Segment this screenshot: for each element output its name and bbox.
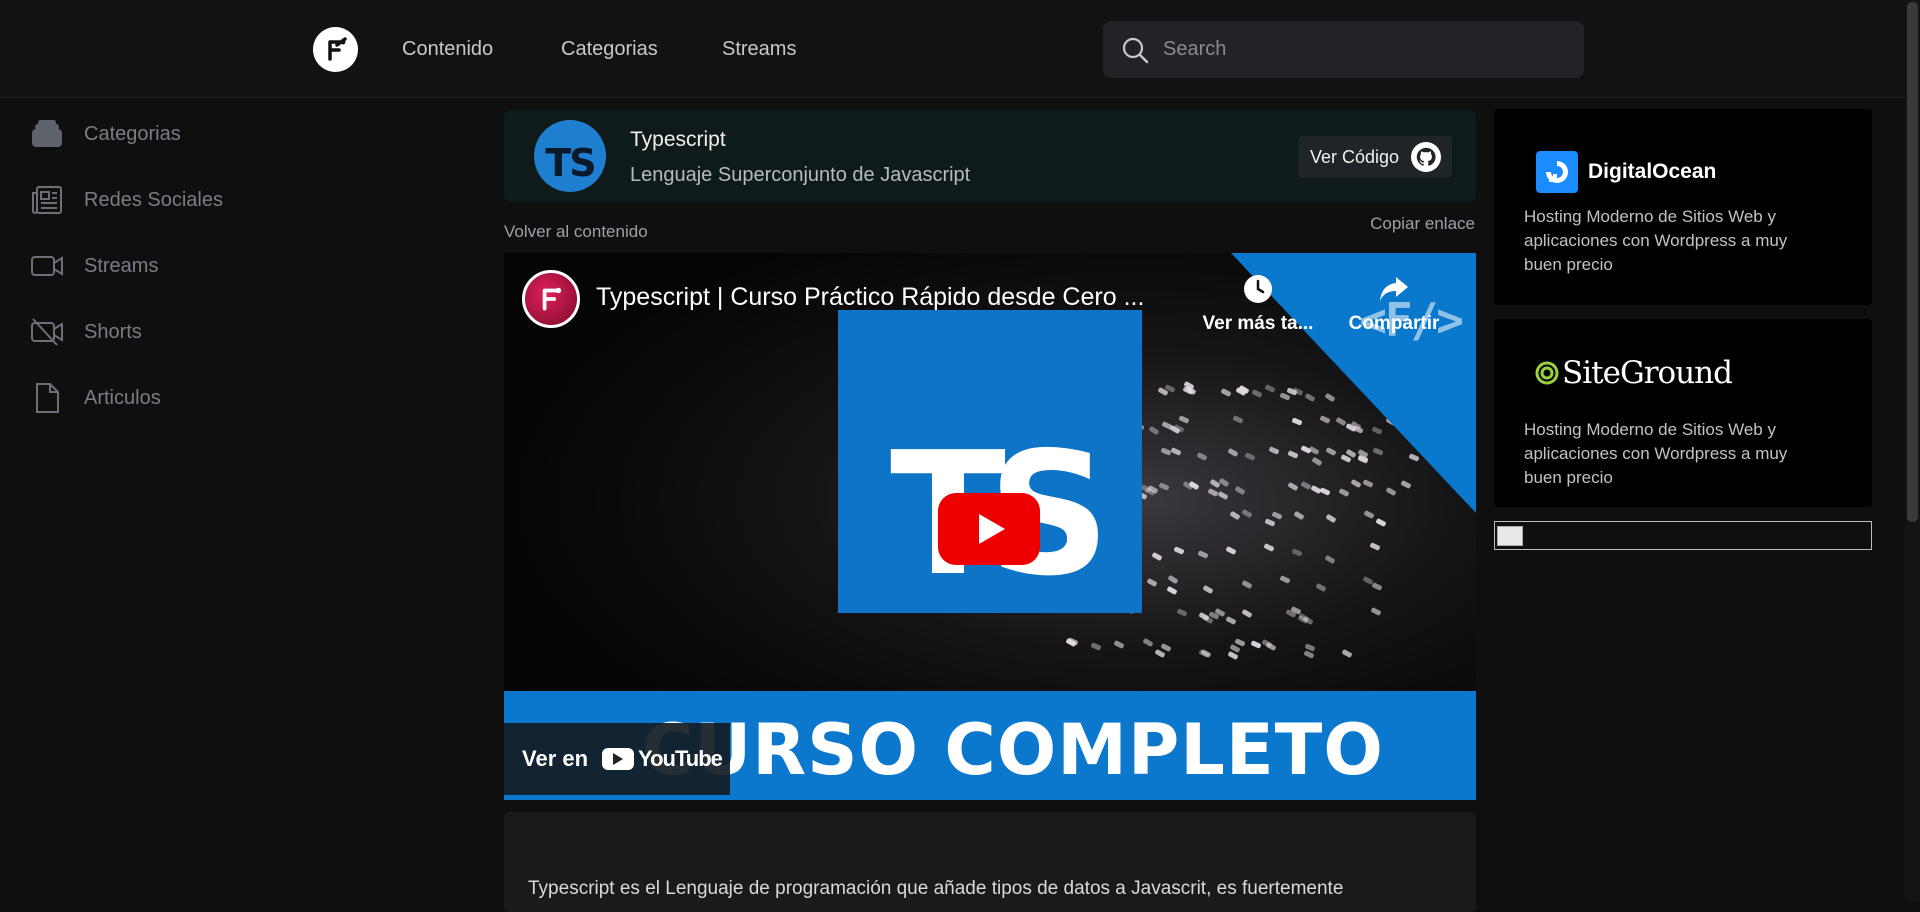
channel-avatar[interactable] <box>522 270 580 328</box>
sidebar-item-articulos[interactable]: Articulos <box>30 378 161 418</box>
digitalocean-logo: DigitalOcean <box>1536 151 1716 193</box>
sidebar-item-categorias[interactable]: Categorias <box>30 114 181 154</box>
broken-image-icon <box>1497 526 1523 546</box>
youtube-play-icon <box>602 748 635 770</box>
content-description-card: Typescript es el Lenguaje de programació… <box>504 812 1476 912</box>
siteground-swirl-icon <box>1535 361 1559 385</box>
nav-link-categorias[interactable]: Categorias <box>561 38 658 61</box>
newspaper-icon <box>30 183 64 217</box>
share-arrow-icon <box>1380 277 1408 301</box>
siteground-name: SiteGround <box>1562 355 1733 391</box>
typescript-avatar: TS <box>534 120 606 192</box>
content-header: TS Typescript Lenguaje Superconjunto de … <box>504 110 1476 202</box>
view-code-button[interactable]: Ver Código <box>1298 136 1452 178</box>
play-icon <box>979 514 1005 544</box>
watch-on-youtube-button[interactable]: Ver en YouTube <box>504 723 730 795</box>
video-play-button[interactable] <box>938 493 1040 565</box>
search-box <box>1103 21 1584 78</box>
logo-icon <box>327 36 347 61</box>
content-subtitle: Lenguaje Superconjunto de Javascript <box>630 164 971 186</box>
watch-later-label: Ver más ta... <box>1202 313 1314 334</box>
sidebar-item-streams[interactable]: Streams <box>30 246 158 286</box>
sidebar-item-label: Shorts <box>84 320 142 343</box>
sidebar-item-label: Redes Sociales <box>84 188 223 211</box>
watch-later-button[interactable]: Ver más ta... <box>1198 273 1318 335</box>
sidebar-item-label: Streams <box>84 254 159 277</box>
ad-digitalocean[interactable]: DigitalOcean Hosting Moderno de Sitios W… <box>1494 109 1872 305</box>
search-icon <box>1122 37 1149 63</box>
page-scrollbar[interactable] <box>1905 0 1920 901</box>
thumbnail-banner-text: CURSO COMPLETO <box>642 709 1384 791</box>
top-navbar: Contenido Categorias Streams <box>0 0 1905 98</box>
broken-ad-image[interactable] <box>1494 521 1872 550</box>
document-icon <box>30 381 64 415</box>
sidebar-item-redes-sociales[interactable]: Redes Sociales <box>30 180 223 220</box>
video-camera-icon <box>30 249 64 283</box>
video-off-icon <box>30 315 64 349</box>
ad-description: Hosting Moderno de Sitios Web y aplicaci… <box>1524 207 1788 274</box>
ad-siteground[interactable]: SiteGround Hosting Moderno de Sitios Web… <box>1494 319 1872 507</box>
github-icon <box>1411 142 1442 172</box>
sidebar-item-shorts[interactable]: Shorts <box>30 312 142 352</box>
channel-logo-icon <box>542 287 562 311</box>
ad-description: Hosting Moderno de Sitios Web y aplicaci… <box>1524 420 1788 487</box>
share-button[interactable]: Compartir <box>1342 273 1446 335</box>
nav-link-contenido[interactable]: Contenido <box>402 38 493 61</box>
youtube-video-embed[interactable]: <F/> TS CURSO COMPLETO Typescript | Curs… <box>504 253 1476 800</box>
search-input[interactable] <box>1163 38 1563 61</box>
video-title[interactable]: Typescript | Curso Práctico Rápido desde… <box>596 283 1144 312</box>
typescript-thumbnail-logo: TS <box>838 310 1142 613</box>
back-to-content-link[interactable]: Volver al contenido <box>504 222 648 242</box>
avatar-text: TS <box>545 141 596 185</box>
copy-link-button[interactable]: Copiar enlace <box>1370 214 1475 234</box>
watch-on-label: Ver en <box>522 746 589 771</box>
nav-link-streams[interactable]: Streams <box>722 38 796 61</box>
digitalocean-name: DigitalOcean <box>1588 160 1717 183</box>
youtube-logo: YouTube <box>602 746 723 772</box>
siteground-logo: SiteGround <box>1534 355 1733 391</box>
clock-icon <box>1244 275 1272 303</box>
digitalocean-icon <box>1536 151 1578 193</box>
scrollbar-thumb[interactable] <box>1907 2 1918 522</box>
layers-icon <box>30 117 64 151</box>
content-title: Typescript <box>630 128 726 151</box>
youtube-wordmark: YouTube <box>638 746 723 771</box>
share-label: Compartir <box>1348 313 1440 334</box>
content-description: Typescript es el Lenguaje de programació… <box>528 878 1344 899</box>
sidebar-item-label: Articulos <box>84 386 161 409</box>
sidebar-item-label: Categorias <box>84 122 181 145</box>
view-code-label: Ver Código <box>1310 146 1400 167</box>
site-logo[interactable] <box>313 27 358 72</box>
